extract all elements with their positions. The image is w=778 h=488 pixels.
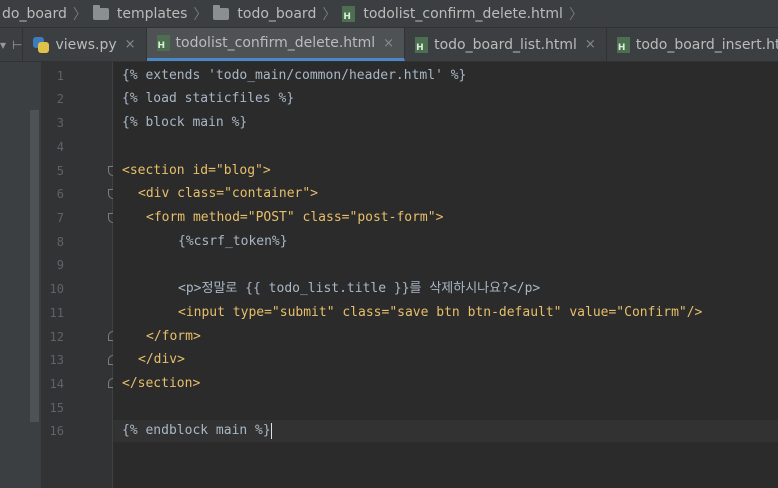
python-file-icon [33,36,50,53]
code-line: </form> [146,329,201,344]
line-number: 16 [49,424,64,438]
breadcrumb-item-templates[interactable]: templates [92,0,190,27]
close-icon[interactable]: × [383,36,394,51]
dropdown-arrow-icon: ▾ [0,37,7,52]
code-line: </section> [122,376,201,391]
code-line: {% extends 'todo_main/common/header.html… [122,68,467,83]
editor-tab-bar: ▾ ⊢ views.py × H todolist_confirm_delete… [0,28,778,62]
project-panel-toggle[interactable]: ▾ ⊢ [0,28,24,61]
close-icon[interactable]: × [125,37,136,52]
line-number: 14 [49,377,64,391]
line-number-gutter: 1 2 3 4 5 6 7 8 9 10 11 12 13 14 15 16 [42,62,118,488]
line-number: 1 [56,69,64,83]
line-number: 4 [56,140,64,154]
line-number: 5 [56,164,64,178]
chevron-right-icon: 〉 [193,6,208,23]
line-number: 7 [56,211,64,225]
project-tool-strip [0,62,42,488]
chevron-right-icon: 〉 [568,6,583,23]
tab-todo-board-list[interactable]: H todo_board_list.html × [405,28,607,61]
scrollbar-thumb[interactable] [30,110,39,422]
line-number: 11 [49,306,64,320]
breadcrumb: do_board 〉 templates 〉 todo_board 〉 H to… [0,0,778,28]
line-number: 13 [49,353,64,367]
line-number: 10 [49,282,64,296]
text-caret [270,422,272,439]
breadcrumb-label: todo_board [237,5,317,22]
tab-label: todolist_confirm_delete.html [175,35,376,51]
tab-todo-board-insert[interactable]: H todo_board_insert.ht [607,28,778,61]
tab-label: todo_board_list.html [434,36,577,53]
line-number: 2 [56,92,64,106]
line-number: 6 [56,187,64,201]
breadcrumb-label: templates [116,5,188,22]
code-line: <section id="blog"> [122,163,271,178]
folder-icon [92,4,109,20]
breadcrumb-item-current-file[interactable]: H todolist_confirm_delete.html [342,0,565,27]
code-line: <input type="submit" class="save btn btn… [178,305,703,320]
tab-views-py[interactable]: views.py × [23,28,147,61]
code-line-text: {% endblock main %} [122,423,271,438]
line-number: 9 [56,258,64,272]
line-number: 8 [56,235,64,249]
html-file-icon: H [616,36,630,53]
code-line: </div> [138,352,185,367]
tab-todolist-confirm-delete[interactable]: H todolist_confirm_delete.html × [146,28,406,61]
chevron-right-icon: 〉 [322,6,337,23]
html-file-icon: H [415,36,429,53]
code-editor[interactable]: {% extends 'todo_main/common/header.html… [113,62,778,488]
tab-label: views.py [55,36,117,53]
code-line: <form method="POST" class="post-form"> [146,210,444,225]
code-line: {%csrf_token%} [178,234,288,249]
code-line: <div class="container"> [138,186,319,201]
html-file-icon: H [342,5,356,22]
code-line: {% load staticfiles %} [122,91,295,106]
breadcrumb-label: do_board [2,5,67,22]
folder-icon [213,4,230,20]
breadcrumb-item-todo-board-root[interactable]: do_board [0,0,69,27]
breadcrumb-label: todolist_confirm_delete.html [363,5,563,22]
line-number: 12 [49,330,64,344]
tab-label: todo_board_insert.ht [635,36,778,53]
code-line-current: {% endblock main %} [122,421,272,441]
line-number: 3 [56,116,64,130]
breadcrumb-item-todo-board[interactable]: todo_board [213,0,318,27]
code-line: <p>정말로 {{ todo_list.title }}를 삭제하시나요?</p… [178,281,541,296]
html-file-icon: H [156,35,170,51]
pin-icon: ⊢ [12,37,23,52]
line-number: 15 [49,401,64,415]
chevron-right-icon: 〉 [72,6,87,23]
code-line: {% block main %} [122,115,248,130]
close-icon[interactable]: × [585,37,596,52]
